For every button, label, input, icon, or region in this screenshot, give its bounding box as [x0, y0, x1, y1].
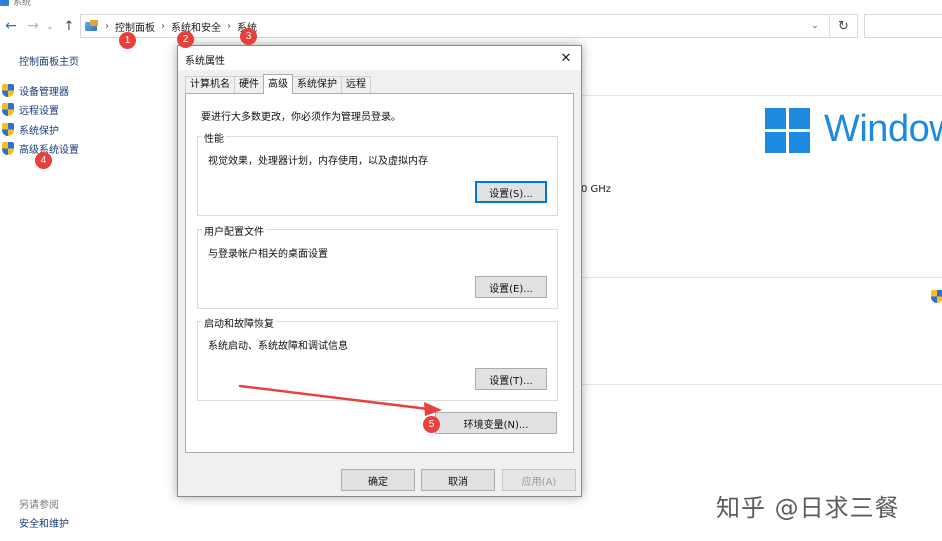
see-also-heading: 另请参阅	[19, 500, 59, 511]
close-icon[interactable]: ✕	[557, 49, 575, 67]
windows-wordmark: Windows	[824, 108, 942, 150]
environment-variables-button[interactable]: 环境变量(N)...	[435, 412, 557, 434]
shield-icon	[2, 123, 14, 136]
divider	[582, 95, 942, 96]
dialog-title: 系统属性	[185, 56, 225, 67]
sidebar-item-device-manager[interactable]: 设备管理器	[2, 83, 69, 98]
divider	[582, 277, 942, 278]
user-profiles-label: 用户配置文件	[202, 223, 266, 238]
cancel-button[interactable]: 取消	[421, 469, 495, 491]
dialog-titlebar[interactable]: 系统属性 ✕	[178, 46, 581, 70]
user-profiles-group: 用户配置文件 与登录帐户相关的桌面设置 设置(E)...	[197, 223, 558, 309]
windows-logo-icon	[765, 108, 811, 154]
window-title-text: 系统	[13, 0, 32, 8]
refresh-icon[interactable]: ↻	[829, 15, 857, 37]
system-properties-dialog: 系统属性 ✕ 计算机名 硬件 高级 系统保护 远程 要进行大多数更改，你必须作为…	[177, 45, 582, 497]
chevron-right-icon: ›	[161, 20, 165, 32]
back-arrow-icon[interactable]: ←	[2, 16, 20, 36]
annotation-badge-2: 2	[177, 31, 194, 48]
up-arrow-icon[interactable]: ↑	[60, 16, 78, 36]
advanced-tab-panel: 要进行大多数更改，你必须作为管理员登录。 性能 视觉效果，处理器计划，内存使用，…	[185, 93, 574, 453]
sidebar-home-link[interactable]: 控制面板主页	[19, 53, 79, 68]
processor-speed-text: 0 GHz	[581, 184, 612, 195]
breadcrumb-system-security[interactable]: 系统和安全	[171, 19, 221, 34]
breadcrumb-control-panel[interactable]: 控制面板	[115, 19, 155, 34]
address-bar-row: ← → ⌄ ↑ › 控制面板 › 系统和安全 › 系统 ⌄ ↻	[0, 12, 942, 40]
annotation-badge-3: 3	[240, 28, 257, 45]
performance-settings-button[interactable]: 设置(S)...	[475, 181, 547, 203]
performance-label: 性能	[202, 130, 226, 145]
tab-bar: 计算机名 硬件 高级 系统保护 远程	[185, 74, 371, 94]
security-maintenance-link[interactable]: 安全和维护	[19, 515, 69, 530]
chevron-right-icon: ›	[105, 20, 109, 32]
divider	[582, 384, 942, 385]
annotation-badge-1: 1	[119, 32, 136, 49]
startup-recovery-settings-button[interactable]: 设置(T)...	[475, 368, 547, 390]
window-title: 系统	[0, 0, 32, 8]
control-panel-icon	[85, 20, 99, 32]
system-icon	[0, 0, 9, 6]
address-dropdown-icon[interactable]: ⌄	[807, 15, 823, 37]
recent-locations-chevron-icon[interactable]: ⌄	[44, 16, 56, 36]
chevron-right-icon: ›	[227, 20, 231, 32]
sidebar-item-remote-settings[interactable]: 远程设置	[2, 102, 59, 117]
sidebar-item-system-protection[interactable]: 系统保护	[2, 122, 59, 137]
performance-group: 性能 视觉效果，处理器计划，内存使用，以及虚拟内存 设置(S)...	[197, 130, 558, 216]
annotation-badge-5: 5	[423, 416, 440, 433]
shield-icon	[931, 290, 942, 303]
sidebar-item-label: 远程设置	[19, 106, 59, 117]
shield-icon	[2, 142, 14, 155]
startup-recovery-group: 启动和故障恢复 系统启动、系统故障和调试信息 设置(T)...	[197, 315, 558, 401]
forward-arrow-icon[interactable]: →	[24, 16, 42, 36]
shield-icon	[2, 84, 14, 97]
tab-advanced[interactable]: 高级	[263, 74, 293, 94]
sidebar-item-label: 系统保护	[19, 126, 59, 137]
apply-button[interactable]: 应用(A)	[502, 469, 576, 491]
performance-description: 视觉效果，处理器计划，内存使用，以及虚拟内存	[208, 156, 428, 167]
address-box[interactable]: › 控制面板 › 系统和安全 › 系统 ⌄ ↻	[80, 14, 858, 38]
user-profiles-settings-button[interactable]: 设置(E)...	[475, 276, 547, 298]
tab-hardware[interactable]: 硬件	[234, 76, 264, 94]
annotation-badge-4: 4	[35, 152, 52, 169]
admin-note: 要进行大多数更改，你必须作为管理员登录。	[201, 112, 401, 123]
watermark: 知乎 @日求三餐	[716, 494, 900, 522]
ok-button[interactable]: 确定	[341, 469, 415, 491]
tab-computer-name[interactable]: 计算机名	[185, 76, 235, 94]
shield-icon	[2, 103, 14, 116]
user-profiles-description: 与登录帐户相关的桌面设置	[208, 249, 328, 260]
search-input[interactable]	[864, 14, 942, 38]
startup-recovery-description: 系统启动、系统故障和调试信息	[208, 341, 348, 352]
tab-system-protection[interactable]: 系统保护	[292, 76, 342, 94]
startup-recovery-label: 启动和故障恢复	[202, 315, 276, 330]
tab-remote[interactable]: 远程	[341, 76, 371, 94]
sidebar-item-label: 设备管理器	[19, 87, 69, 98]
